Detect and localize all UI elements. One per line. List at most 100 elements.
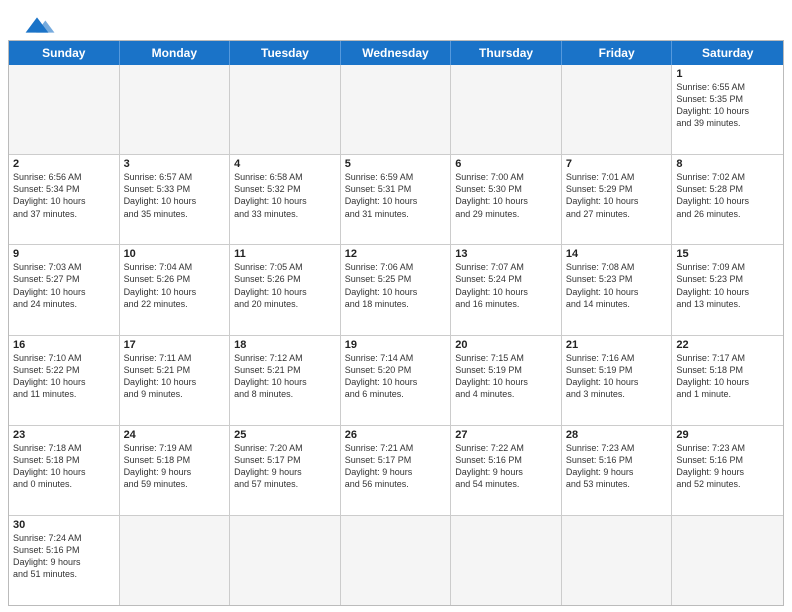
cell-info: Sunrise: 7:09 AM Sunset: 5:23 PM Dayligh…: [676, 261, 779, 310]
calendar-row-5: 30Sunrise: 7:24 AM Sunset: 5:16 PM Dayli…: [9, 515, 783, 605]
calendar-cell: 21Sunrise: 7:16 AM Sunset: 5:19 PM Dayli…: [562, 336, 673, 425]
day-number: 24: [124, 429, 226, 441]
day-number: 6: [455, 158, 557, 170]
day-number: 13: [455, 248, 557, 260]
weekday-header-friday: Friday: [562, 41, 673, 65]
calendar-cell: 9Sunrise: 7:03 AM Sunset: 5:27 PM Daylig…: [9, 245, 120, 334]
calendar-row-0: 1Sunrise: 6:55 AM Sunset: 5:35 PM Daylig…: [9, 65, 783, 154]
cell-info: Sunrise: 7:02 AM Sunset: 5:28 PM Dayligh…: [676, 171, 779, 220]
weekday-header-thursday: Thursday: [451, 41, 562, 65]
cell-info: Sunrise: 7:20 AM Sunset: 5:17 PM Dayligh…: [234, 442, 336, 491]
calendar-row-3: 16Sunrise: 7:10 AM Sunset: 5:22 PM Dayli…: [9, 335, 783, 425]
cell-info: Sunrise: 7:14 AM Sunset: 5:20 PM Dayligh…: [345, 352, 447, 401]
cell-info: Sunrise: 7:23 AM Sunset: 5:16 PM Dayligh…: [676, 442, 779, 491]
cell-info: Sunrise: 7:12 AM Sunset: 5:21 PM Dayligh…: [234, 352, 336, 401]
weekday-header-wednesday: Wednesday: [341, 41, 452, 65]
day-number: 7: [566, 158, 668, 170]
cell-info: Sunrise: 7:10 AM Sunset: 5:22 PM Dayligh…: [13, 352, 115, 401]
cell-info: Sunrise: 7:11 AM Sunset: 5:21 PM Dayligh…: [124, 352, 226, 401]
calendar-cell: 17Sunrise: 7:11 AM Sunset: 5:21 PM Dayli…: [120, 336, 231, 425]
calendar-cell: 12Sunrise: 7:06 AM Sunset: 5:25 PM Dayli…: [341, 245, 452, 334]
calendar-cell: 5Sunrise: 6:59 AM Sunset: 5:31 PM Daylig…: [341, 155, 452, 244]
calendar-cell: 26Sunrise: 7:21 AM Sunset: 5:17 PM Dayli…: [341, 426, 452, 515]
calendar-cell: 3Sunrise: 6:57 AM Sunset: 5:33 PM Daylig…: [120, 155, 231, 244]
day-number: 12: [345, 248, 447, 260]
day-number: 21: [566, 339, 668, 351]
cell-info: Sunrise: 7:05 AM Sunset: 5:26 PM Dayligh…: [234, 261, 336, 310]
cell-info: Sunrise: 7:23 AM Sunset: 5:16 PM Dayligh…: [566, 442, 668, 491]
page: SundayMondayTuesdayWednesdayThursdayFrid…: [0, 0, 792, 612]
calendar-cell: [120, 65, 231, 154]
cell-info: Sunrise: 7:17 AM Sunset: 5:18 PM Dayligh…: [676, 352, 779, 401]
day-number: 26: [345, 429, 447, 441]
day-number: 15: [676, 248, 779, 260]
cell-info: Sunrise: 7:08 AM Sunset: 5:23 PM Dayligh…: [566, 261, 668, 310]
calendar-cell: [341, 516, 452, 605]
calendar-header-row: SundayMondayTuesdayWednesdayThursdayFrid…: [9, 41, 783, 65]
calendar-cell: 7Sunrise: 7:01 AM Sunset: 5:29 PM Daylig…: [562, 155, 673, 244]
day-number: 14: [566, 248, 668, 260]
calendar-cell: 11Sunrise: 7:05 AM Sunset: 5:26 PM Dayli…: [230, 245, 341, 334]
day-number: 30: [13, 519, 115, 531]
calendar-row-4: 23Sunrise: 7:18 AM Sunset: 5:18 PM Dayli…: [9, 425, 783, 515]
calendar-cell: [451, 516, 562, 605]
day-number: 18: [234, 339, 336, 351]
weekday-header-saturday: Saturday: [672, 41, 783, 65]
cell-info: Sunrise: 7:24 AM Sunset: 5:16 PM Dayligh…: [13, 532, 115, 581]
cell-info: Sunrise: 7:01 AM Sunset: 5:29 PM Dayligh…: [566, 171, 668, 220]
cell-info: Sunrise: 7:22 AM Sunset: 5:16 PM Dayligh…: [455, 442, 557, 491]
day-number: 3: [124, 158, 226, 170]
calendar-cell: 25Sunrise: 7:20 AM Sunset: 5:17 PM Dayli…: [230, 426, 341, 515]
weekday-header-tuesday: Tuesday: [230, 41, 341, 65]
day-number: 27: [455, 429, 557, 441]
calendar-cell: 8Sunrise: 7:02 AM Sunset: 5:28 PM Daylig…: [672, 155, 783, 244]
calendar-cell: 27Sunrise: 7:22 AM Sunset: 5:16 PM Dayli…: [451, 426, 562, 515]
day-number: 17: [124, 339, 226, 351]
calendar-cell: 10Sunrise: 7:04 AM Sunset: 5:26 PM Dayli…: [120, 245, 231, 334]
calendar-cell: 4Sunrise: 6:58 AM Sunset: 5:32 PM Daylig…: [230, 155, 341, 244]
cell-info: Sunrise: 7:07 AM Sunset: 5:24 PM Dayligh…: [455, 261, 557, 310]
day-number: 2: [13, 158, 115, 170]
calendar-cell: 19Sunrise: 7:14 AM Sunset: 5:20 PM Dayli…: [341, 336, 452, 425]
day-number: 1: [676, 68, 779, 80]
cell-info: Sunrise: 7:04 AM Sunset: 5:26 PM Dayligh…: [124, 261, 226, 310]
weekday-header-sunday: Sunday: [9, 41, 120, 65]
calendar-cell: 20Sunrise: 7:15 AM Sunset: 5:19 PM Dayli…: [451, 336, 562, 425]
cell-info: Sunrise: 7:00 AM Sunset: 5:30 PM Dayligh…: [455, 171, 557, 220]
day-number: 5: [345, 158, 447, 170]
calendar-body: 1Sunrise: 6:55 AM Sunset: 5:35 PM Daylig…: [9, 65, 783, 605]
day-number: 22: [676, 339, 779, 351]
cell-info: Sunrise: 6:58 AM Sunset: 5:32 PM Dayligh…: [234, 171, 336, 220]
calendar-cell: 16Sunrise: 7:10 AM Sunset: 5:22 PM Dayli…: [9, 336, 120, 425]
calendar-cell: [120, 516, 231, 605]
calendar-cell: 15Sunrise: 7:09 AM Sunset: 5:23 PM Dayli…: [672, 245, 783, 334]
cell-info: Sunrise: 6:55 AM Sunset: 5:35 PM Dayligh…: [676, 81, 779, 130]
day-number: 20: [455, 339, 557, 351]
cell-info: Sunrise: 7:15 AM Sunset: 5:19 PM Dayligh…: [455, 352, 557, 401]
calendar-cell: 1Sunrise: 6:55 AM Sunset: 5:35 PM Daylig…: [672, 65, 783, 154]
day-number: 4: [234, 158, 336, 170]
cell-info: Sunrise: 7:21 AM Sunset: 5:17 PM Dayligh…: [345, 442, 447, 491]
day-number: 19: [345, 339, 447, 351]
day-number: 29: [676, 429, 779, 441]
calendar-cell: 30Sunrise: 7:24 AM Sunset: 5:16 PM Dayli…: [9, 516, 120, 605]
calendar-cell: 13Sunrise: 7:07 AM Sunset: 5:24 PM Dayli…: [451, 245, 562, 334]
calendar: SundayMondayTuesdayWednesdayThursdayFrid…: [8, 40, 784, 606]
calendar-cell: 24Sunrise: 7:19 AM Sunset: 5:18 PM Dayli…: [120, 426, 231, 515]
calendar-cell: [451, 65, 562, 154]
calendar-cell: 29Sunrise: 7:23 AM Sunset: 5:16 PM Dayli…: [672, 426, 783, 515]
calendar-cell: [341, 65, 452, 154]
cell-info: Sunrise: 7:19 AM Sunset: 5:18 PM Dayligh…: [124, 442, 226, 491]
cell-info: Sunrise: 7:06 AM Sunset: 5:25 PM Dayligh…: [345, 261, 447, 310]
day-number: 25: [234, 429, 336, 441]
logo-icon: [18, 14, 56, 36]
day-number: 23: [13, 429, 115, 441]
calendar-cell: [672, 516, 783, 605]
calendar-cell: 2Sunrise: 6:56 AM Sunset: 5:34 PM Daylig…: [9, 155, 120, 244]
cell-info: Sunrise: 7:16 AM Sunset: 5:19 PM Dayligh…: [566, 352, 668, 401]
calendar-cell: 6Sunrise: 7:00 AM Sunset: 5:30 PM Daylig…: [451, 155, 562, 244]
calendar-cell: [562, 516, 673, 605]
calendar-cell: 22Sunrise: 7:17 AM Sunset: 5:18 PM Dayli…: [672, 336, 783, 425]
logo: [18, 12, 56, 36]
day-number: 8: [676, 158, 779, 170]
